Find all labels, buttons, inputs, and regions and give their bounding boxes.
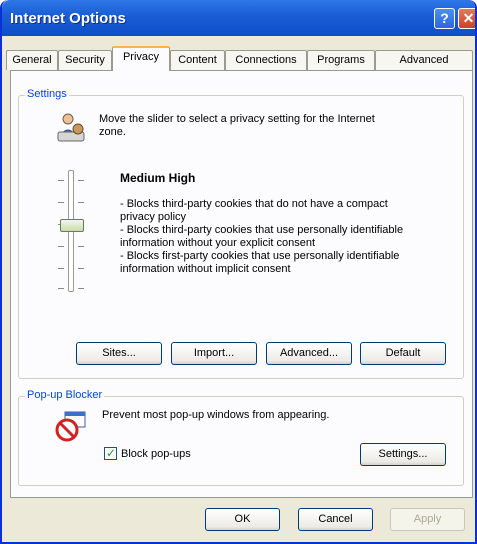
- check-mark-icon: ✓: [106, 446, 117, 460]
- tab-connections[interactable]: Connections: [225, 50, 307, 70]
- sites-button[interactable]: Sites...: [76, 342, 162, 365]
- tab-advanced[interactable]: Advanced: [375, 50, 473, 70]
- slider-tick: [58, 268, 64, 269]
- cancel-button[interactable]: Cancel: [298, 508, 373, 531]
- title-bar[interactable]: Internet Options ? ✕: [2, 0, 475, 36]
- tab-security[interactable]: Security: [58, 50, 112, 70]
- tab-strip: General Security Privacy Content Connect…: [2, 40, 475, 71]
- advanced-button[interactable]: Advanced...: [266, 342, 352, 365]
- slider-tick: [58, 202, 64, 203]
- tab-privacy[interactable]: Privacy: [112, 46, 170, 71]
- popup-blocker-group-label: Pop-up Blocker: [25, 389, 105, 401]
- tab-programs[interactable]: Programs: [307, 50, 375, 70]
- tab-general[interactable]: General: [6, 50, 58, 70]
- slider-tick: [58, 246, 64, 247]
- privacy-settings-icon: [57, 113, 85, 142]
- popup-blocker-icon: [55, 411, 86, 442]
- help-button[interactable]: ?: [434, 8, 455, 29]
- block-popups-label[interactable]: Block pop-ups: [121, 448, 191, 461]
- default-button[interactable]: Default: [360, 342, 446, 365]
- import-button[interactable]: Import...: [171, 342, 257, 365]
- slider-thumb[interactable]: [60, 219, 84, 232]
- settings-description-line-1: Move the slider to select a privacy sett…: [99, 113, 375, 125]
- popup-blocker-description: Prevent most pop-up windows from appeari…: [102, 409, 330, 421]
- slider-tick: [58, 288, 64, 289]
- level-bullet-1-line-1: - Blocks third-party cookies that do not…: [120, 198, 388, 210]
- level-bullet-3-line-2: information without implicit consent: [120, 263, 291, 275]
- settings-description-line-2: zone.: [99, 126, 126, 138]
- level-bullet-2-line-1: - Blocks third-party cookies that use pe…: [120, 224, 404, 236]
- slider-tick: [78, 180, 84, 181]
- slider-tick: [78, 202, 84, 203]
- ok-button[interactable]: OK: [205, 508, 280, 531]
- internet-options-window: Internet Options ? ✕ General Security Pr…: [0, 0, 477, 544]
- settings-group-label: Settings: [25, 88, 69, 100]
- slider-tick: [58, 180, 64, 181]
- block-popups-checkbox[interactable]: ✓: [104, 446, 117, 460]
- level-bullet-1-line-2: privacy policy: [120, 211, 187, 223]
- level-bullet-3-line-1: - Blocks first-party cookies that use pe…: [120, 250, 400, 262]
- apply-button[interactable]: Apply: [390, 508, 465, 531]
- close-button[interactable]: ✕: [458, 8, 475, 29]
- popup-settings-button[interactable]: Settings...: [360, 443, 446, 466]
- slider-tick: [78, 246, 84, 247]
- tab-content[interactable]: Content: [170, 50, 225, 70]
- window-title: Internet Options: [10, 10, 126, 27]
- level-bullet-2-line-2: information without your explicit consen…: [120, 237, 316, 249]
- slider-tick: [78, 268, 84, 269]
- slider-tick: [78, 288, 84, 289]
- privacy-level-title: Medium High: [120, 171, 196, 185]
